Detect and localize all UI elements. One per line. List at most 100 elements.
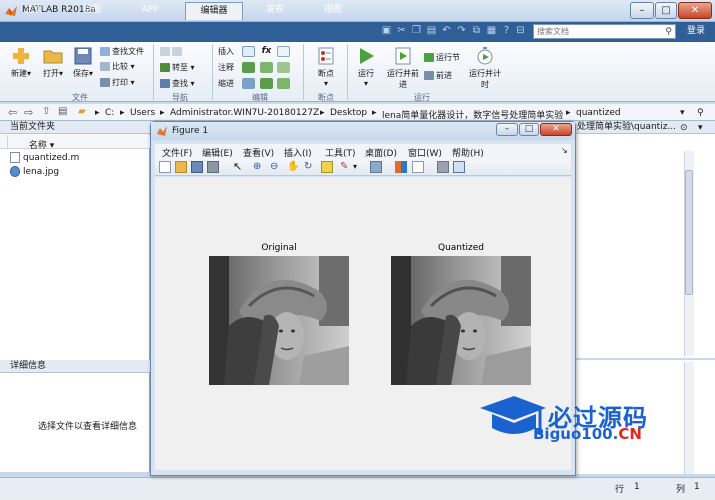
new-button[interactable]: 新建▾: [6, 46, 36, 79]
zoom-in-icon[interactable]: ⊕: [253, 161, 265, 173]
undo-quick-icon[interactable]: ↶: [440, 24, 453, 39]
path-segment-project[interactable]: lena简单量化器设计，数字信号处理简单实验: [382, 108, 563, 121]
run-play-icon: [360, 48, 374, 64]
advance-icon: [424, 71, 434, 80]
show-plot-tools-icon[interactable]: [453, 161, 465, 173]
file-item[interactable]: lena.jpg: [10, 166, 59, 179]
run-section-button[interactable]: 运行节: [424, 52, 460, 63]
hide-plot-tools-icon[interactable]: [437, 161, 449, 173]
copy-quick-icon[interactable]: ❐: [410, 24, 423, 39]
tab-apps[interactable]: APP: [130, 2, 170, 20]
brush-dropdown-icon[interactable]: ▾: [353, 161, 365, 173]
name-column-header[interactable]: 名称 ▾: [0, 135, 150, 151]
tab-editor[interactable]: 编辑器: [185, 2, 243, 20]
layout-quick-icon[interactable]: ▦: [485, 24, 498, 39]
help-quick-icon[interactable]: ?: [500, 24, 513, 39]
address-search-icon[interactable]: ⚲: [697, 108, 704, 118]
login-button[interactable]: 登录: [681, 24, 711, 39]
details-panel: [0, 360, 150, 472]
smart-indent-icon[interactable]: [242, 78, 255, 89]
forward-arrow-icon[interactable]: ⇨: [24, 106, 33, 119]
minimize-button[interactable]: –: [630, 2, 654, 19]
up-folder-icon[interactable]: ⇧: [42, 106, 50, 117]
back-arrow-icon[interactable]: ⇦: [8, 106, 17, 119]
scroll-thumb[interactable]: [685, 170, 693, 295]
indent-button[interactable]: 缩进: [218, 78, 234, 89]
open-file-icon[interactable]: [175, 161, 187, 173]
path-separator: ▸: [566, 108, 571, 118]
panel-menu-icon[interactable]: ▾: [698, 123, 703, 133]
figure-close-button[interactable]: ✕: [540, 123, 572, 136]
find-button[interactable]: 查找 ▾: [160, 78, 195, 89]
cut-quick-icon[interactable]: ✂: [395, 24, 408, 39]
zoom-out-icon[interactable]: ⊖: [270, 161, 282, 173]
expand-quick-icon[interactable]: ⊟: [514, 24, 527, 39]
search-docs-input[interactable]: 搜索文档 ⚲: [533, 24, 676, 39]
increase-indent-icon[interactable]: [260, 78, 273, 89]
maximize-button[interactable]: □: [655, 2, 677, 19]
run-and-time-button[interactable]: 运行并计时: [468, 46, 502, 90]
path-segment-users[interactable]: Users: [130, 108, 155, 118]
search-icon[interactable]: ⚲: [665, 26, 672, 39]
print-button[interactable]: 打印 ▾: [100, 77, 135, 88]
compare-button[interactable]: 比较 ▾: [100, 61, 135, 72]
address-dropdown-icon[interactable]: ▾: [680, 108, 685, 118]
close-button[interactable]: ✕: [678, 2, 712, 19]
goto-button[interactable]: 转至 ▾: [160, 62, 195, 73]
workspace-panel: [575, 121, 715, 358]
fx-function-icon[interactable]: fx: [260, 46, 273, 57]
data-cursor-icon[interactable]: [321, 161, 333, 173]
browse-folder-icon[interactable]: ▤: [58, 106, 67, 117]
vertical-scrollbar[interactable]: [684, 362, 694, 474]
path-separator: ▸: [320, 108, 325, 118]
insert-button[interactable]: 插入: [218, 46, 234, 57]
file-item[interactable]: quantized.m: [10, 152, 79, 165]
switch-windows-icon[interactable]: ⧉: [470, 24, 483, 39]
colorbar-icon[interactable]: [395, 161, 407, 173]
run-group-label: 运行: [414, 93, 430, 102]
breakpoints-button[interactable]: 断点 ▾: [310, 46, 342, 88]
comment-button[interactable]: 注释: [218, 62, 234, 73]
tab-publish[interactable]: 发布: [255, 2, 295, 20]
row-value: 1: [634, 482, 640, 492]
save-button[interactable]: 保存▾: [70, 46, 96, 79]
insert-menu-icon[interactable]: [277, 46, 290, 57]
decrease-indent-icon[interactable]: [277, 78, 290, 89]
save-figure-icon[interactable]: [191, 161, 203, 173]
path-segment-user[interactable]: Administrator.WIN7U-20180127Z: [170, 108, 319, 118]
pointer-icon[interactable]: ↖: [233, 161, 245, 173]
pan-hand-icon[interactable]: ✋: [287, 161, 299, 173]
wrap-comment-icon[interactable]: [277, 62, 290, 73]
breakpoint-group-label: 断点: [318, 93, 334, 102]
redo-quick-icon[interactable]: ↷: [455, 24, 468, 39]
panel-actions-icon[interactable]: ⊙: [680, 123, 688, 133]
uncomment-icon[interactable]: [260, 62, 273, 73]
row-label: 行: [615, 485, 625, 495]
rotate-3d-icon[interactable]: ↻: [304, 161, 316, 173]
figure-maximize-button[interactable]: □: [519, 123, 539, 136]
path-segment-desktop[interactable]: Desktop: [330, 108, 367, 118]
comment-percent-icon[interactable]: [242, 62, 255, 73]
legend-icon[interactable]: [412, 161, 424, 173]
advance-button[interactable]: 前进: [424, 70, 452, 81]
figure-minimize-button[interactable]: –: [496, 123, 518, 136]
save-quick-icon[interactable]: ▣: [380, 24, 393, 39]
new-figure-icon[interactable]: [159, 161, 171, 173]
find-files-button[interactable]: 查找文件: [100, 46, 144, 57]
insert-section-icon[interactable]: [242, 46, 255, 57]
tab-home[interactable]: 主页: [14, 2, 54, 20]
tab-view[interactable]: 视图: [313, 2, 353, 20]
paste-quick-icon[interactable]: ▤: [425, 24, 438, 39]
run-button[interactable]: 运行 ▾: [352, 46, 380, 88]
menubar-dock-icon[interactable]: ↘: [561, 146, 568, 155]
tab-plots[interactable]: 绘图: [72, 2, 112, 20]
brush-icon[interactable]: ✎: [340, 161, 352, 173]
path-segment-quantized[interactable]: quantized: [576, 108, 621, 118]
ribbon-separator: [153, 44, 154, 100]
run-and-advance-button[interactable]: 运行并前进: [386, 46, 420, 90]
path-segment-drive[interactable]: C:: [105, 108, 114, 118]
open-button[interactable]: 打开▾: [38, 46, 68, 79]
link-plot-icon[interactable]: [370, 161, 382, 173]
folder-open-icon: [43, 50, 63, 64]
print-figure-icon[interactable]: [207, 161, 219, 173]
